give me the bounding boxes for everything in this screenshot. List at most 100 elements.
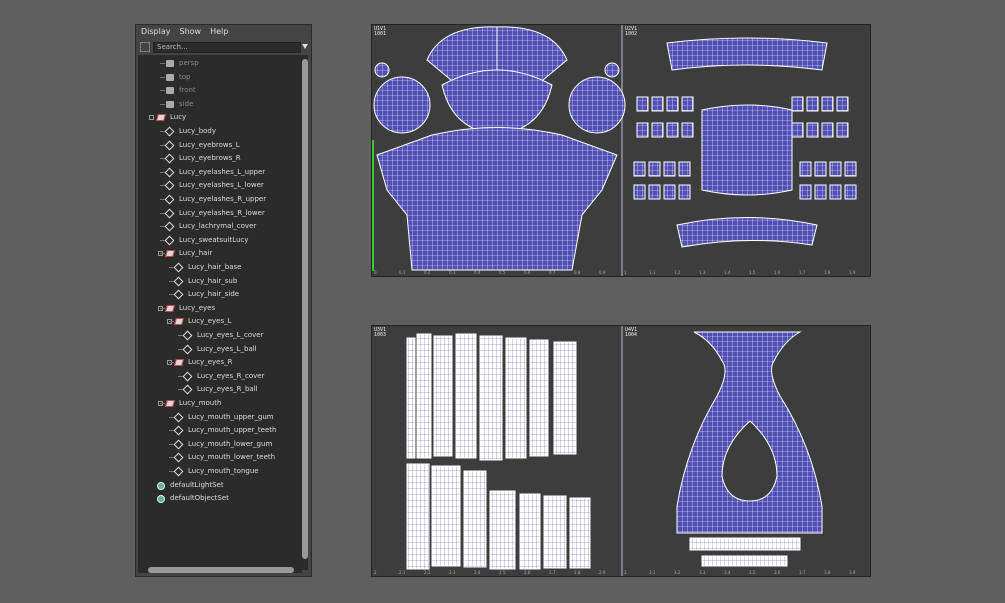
outliner-item[interactable]: Lucy_eyelashes_R_lower	[164, 207, 265, 220]
vertical-scrollbar[interactable]	[302, 55, 308, 570]
u-tick-label: 0.4	[474, 270, 481, 275]
u-tick-label: 1.9	[849, 270, 856, 275]
u-tick-label: 1.5	[749, 270, 756, 275]
u-tick-label: 1.3	[699, 270, 706, 275]
outliner-item[interactable]: persp	[166, 57, 199, 70]
outliner-item[interactable]: Lucy_hair_side	[173, 288, 240, 301]
mesh-icon	[164, 153, 175, 164]
expander-icon[interactable]	[149, 115, 154, 121]
search-input[interactable]: Search...	[153, 42, 301, 53]
outliner-item[interactable]: Lucy_eyes_R	[174, 356, 232, 369]
tree-connector	[160, 144, 165, 146]
outliner-panel: Display Show Help Search... persp top fron…	[135, 24, 312, 577]
mesh-icon	[173, 262, 184, 273]
tree-connector	[169, 471, 174, 472]
tree-connector	[169, 362, 174, 364]
outliner-item[interactable]: Lucy_hair_sub	[173, 275, 238, 288]
uv-editor-panel-bottom[interactable]: U3V1 1003 U4V1 1004 2 2.1 2.2 2.3 2.4 2.…	[371, 325, 871, 577]
tree-connector	[160, 253, 165, 255]
outliner-item[interactable]: Lucy_hair	[165, 247, 213, 260]
outliner-item[interactable]: Lucy_eyes_L	[174, 315, 232, 328]
filter-icon[interactable]	[140, 42, 150, 52]
outliner-item[interactable]: Lucy_eyes_L_ball	[182, 343, 257, 356]
outliner-item[interactable]: Lucy_mouth_lower_gum	[173, 438, 272, 451]
outliner-item[interactable]: defaultLightSet	[157, 479, 224, 492]
mesh-icon	[182, 344, 193, 355]
mesh-icon	[173, 452, 184, 463]
menu-help[interactable]: Help	[210, 26, 228, 40]
outliner-item-label: Lucy_hair_sub	[188, 276, 238, 285]
outliner-item-label: Lucy_sweatsuitLucy	[179, 235, 249, 244]
u-tick-label: 3.1	[649, 570, 656, 575]
outliner-tree: persp top front side Lucy Lucy_body Lucy_eyebr…	[138, 55, 302, 570]
outliner-item-label: Lucy_hair	[179, 249, 213, 258]
outliner-item-label: Lucy_eyebrows_L	[179, 140, 240, 149]
tree-connector	[169, 321, 174, 323]
mesh-icon	[173, 466, 184, 477]
outliner-item[interactable]: Lucy_eyebrows_L	[164, 139, 240, 152]
scroll-thumb[interactable]	[148, 567, 294, 573]
u-tick-label: 0.6	[524, 270, 531, 275]
outliner-item[interactable]: Lucy_eyebrows_R	[164, 152, 241, 165]
outliner-item-label: Lucy_mouth_tongue	[188, 467, 259, 475]
tree-connector	[178, 389, 183, 391]
outliner-item[interactable]: Lucy_mouth_lower_teeth	[173, 451, 275, 464]
menu-show[interactable]: Show	[180, 26, 202, 40]
outliner-item[interactable]: side	[166, 98, 193, 111]
uv-shells-hair-strips	[406, 333, 591, 570]
uv-shell-face	[441, 69, 553, 136]
outliner-item[interactable]: Lucy_hair_base	[173, 261, 241, 274]
mesh-icon	[182, 371, 193, 382]
scroll-thumb[interactable]	[302, 59, 308, 559]
outliner-item[interactable]: Lucy_eyelashes_L_lower	[164, 179, 264, 192]
outliner-item[interactable]: Lucy_mouth_upper_gum	[173, 411, 274, 424]
tree-connector	[169, 443, 174, 445]
outliner-item[interactable]: top	[166, 71, 190, 84]
outliner-item[interactable]: Lucy_lachrymal_cover	[164, 220, 256, 233]
outliner-item-label: Lucy_hair_side	[188, 290, 240, 299]
outliner-item-label: Lucy_eyebrows_R	[179, 154, 241, 163]
outliner-item[interactable]: Lucy_mouth	[165, 397, 221, 410]
mesh-icon	[164, 235, 175, 246]
uv-editor-panel-top[interactable]: U1V1 1001 U2V1 1002 0 0.1 0.2 0.3 0.4 0.…	[371, 24, 871, 277]
camera-icon	[166, 100, 174, 108]
u-tick-label: 3.3	[699, 570, 706, 575]
outliner-item-label: defaultObjectSet	[170, 494, 229, 503]
outliner-item[interactable]: Lucy_eyes_R_cover	[182, 370, 264, 383]
v-axis-line	[372, 140, 374, 271]
outliner-item[interactable]: Lucy_eyes	[165, 302, 215, 315]
mesh-icon	[173, 276, 184, 287]
outliner-item[interactable]: Lucy_eyelashes_L_upper	[164, 166, 265, 179]
uv-shells-bottom[interactable]	[372, 326, 871, 577]
group-icon	[174, 359, 184, 367]
u-tick-label: 2.5	[499, 570, 506, 575]
outliner-item-label: side	[179, 99, 194, 108]
u-tick-label: 0.2	[424, 270, 431, 275]
u-tick-label: 2.6	[524, 570, 531, 575]
horizontal-scrollbar[interactable]	[138, 567, 302, 573]
mesh-icon	[173, 412, 184, 423]
outliner-item-label: Lucy_eyelashes_R_lower	[179, 208, 265, 217]
chevron-down-icon[interactable]	[302, 44, 308, 49]
outliner-item-label: Lucy_eyelashes_R_upper	[179, 195, 267, 203]
mesh-icon	[164, 180, 175, 191]
u-tick-label: 1.1	[649, 270, 656, 275]
outliner-item[interactable]: Lucy_mouth_tongue	[173, 465, 259, 478]
group-icon	[156, 114, 166, 122]
outliner-item[interactable]: Lucy_eyes_R_ball	[182, 383, 258, 396]
outliner-item[interactable]: defaultObjectSet	[157, 492, 229, 505]
outliner-item[interactable]: Lucy_eyes_L_cover	[182, 329, 263, 342]
menu-display[interactable]: Display	[141, 26, 171, 40]
set-icon	[157, 481, 165, 490]
outliner-item[interactable]: Lucy	[156, 111, 187, 124]
outliner-item[interactable]: Lucy_mouth_upper_teeth	[173, 424, 276, 437]
outliner-item[interactable]: Lucy_body	[164, 125, 216, 138]
outliner-item[interactable]: Lucy_sweatsuitLucy	[164, 234, 249, 247]
uv-shell-gum	[666, 37, 828, 71]
outliner-item[interactable]: Lucy_eyelashes_R_upper	[164, 193, 267, 206]
uv-shells-top[interactable]	[372, 25, 871, 277]
outliner-item[interactable]: front	[166, 84, 196, 97]
u-tick-label: 2	[374, 570, 377, 575]
tree-connector	[160, 90, 165, 92]
outliner-item-label: Lucy	[170, 113, 187, 122]
